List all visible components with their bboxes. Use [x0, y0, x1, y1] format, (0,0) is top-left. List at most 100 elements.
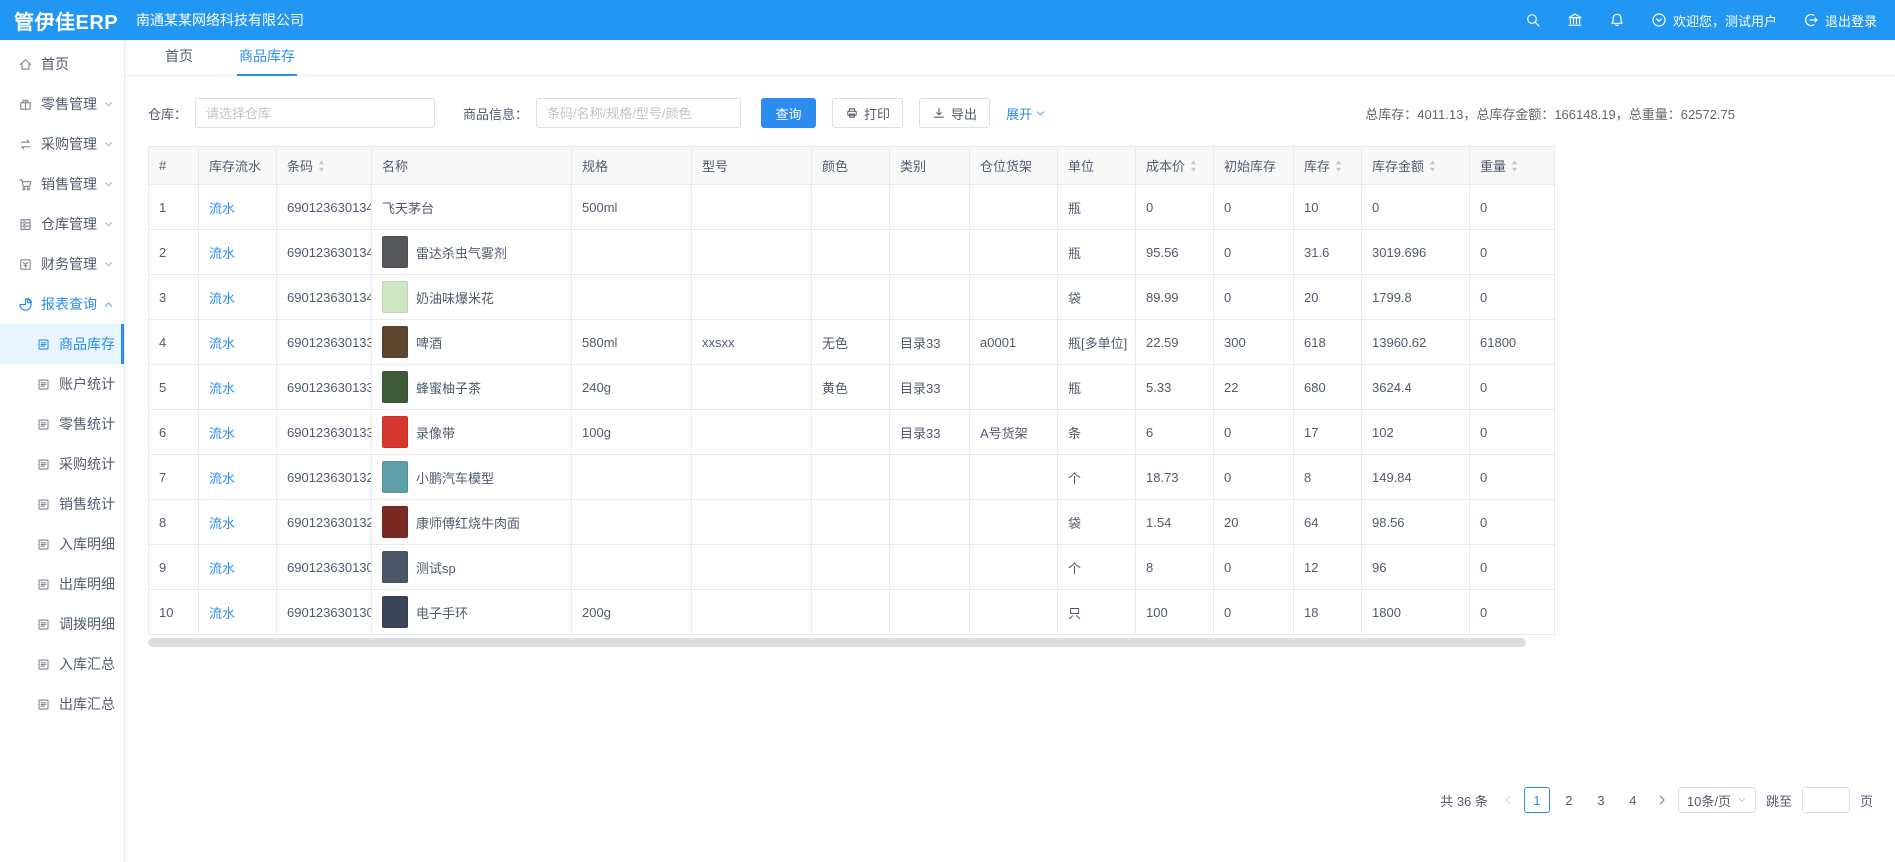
flow-link[interactable]: 流水 [209, 561, 235, 576]
cell-weight: 0 [1470, 500, 1555, 545]
cell-amount: 149.84 [1362, 455, 1470, 500]
logout-button[interactable]: 退出登录 [1803, 11, 1877, 30]
tab-product-stock[interactable]: 商品库存 [237, 38, 297, 75]
bell-icon[interactable] [1609, 12, 1625, 28]
flow-link[interactable]: 流水 [209, 606, 235, 621]
sidebar-item-finance-mgmt[interactable]: 财务管理 [0, 244, 124, 284]
sidebar-item-retail-stats[interactable]: 零售统计 [0, 404, 124, 444]
next-page-button[interactable] [1656, 794, 1668, 806]
page-button-1[interactable]: 1 [1524, 787, 1550, 813]
cell-init_stock: 0 [1214, 275, 1294, 320]
table-row: 8流水6901236301321康师傅红烧牛肉面袋1.54206498.560 [149, 500, 1555, 545]
horizontal-scrollbar[interactable] [148, 638, 1554, 647]
sidebar-item-sales-stats[interactable]: 销售统计 [0, 484, 124, 524]
sort-caret-icon[interactable] [1189, 159, 1198, 173]
pagination: 共 36 条 1234 10条/页 跳至 页 [148, 787, 1875, 813]
sidebar-item-label: 财务管理 [41, 254, 97, 274]
export-button[interactable]: 导出 [919, 98, 990, 128]
page-button-2[interactable]: 2 [1556, 787, 1582, 813]
sort-caret-icon[interactable] [1510, 159, 1519, 173]
product-info-input[interactable] [536, 98, 741, 128]
sidebar-item-label: 出库汇总 [59, 694, 115, 714]
sidebar-item-home[interactable]: 首页 [0, 44, 124, 84]
finance-icon [18, 257, 33, 272]
expand-toggle[interactable]: 展开 [1006, 104, 1046, 123]
cell-value: 瓶 [1068, 201, 1081, 216]
cell-spec: 500ml [572, 185, 692, 230]
chevron-down-icon [103, 259, 114, 270]
prev-page-button[interactable] [1502, 794, 1514, 806]
cell-value: 17 [1304, 425, 1318, 440]
cell-value: 6901236301322 [287, 470, 372, 485]
sidebar-item-label: 零售管理 [41, 94, 97, 114]
cell-value: 瓶[多单位] [1068, 336, 1127, 351]
sidebar-item-inbound-detail[interactable]: 入库明细 [0, 524, 124, 564]
cell-value: 袋 [1068, 516, 1081, 531]
cell-spec: 100g [572, 410, 692, 455]
cell-value: 22 [1224, 380, 1238, 395]
cell-weight: 0 [1470, 365, 1555, 410]
welcome-user[interactable]: 欢迎您，测试用户 [1651, 11, 1777, 30]
sort-caret-icon[interactable] [1428, 159, 1437, 173]
column-label: 库存金额 [1372, 156, 1424, 175]
sidebar-item-account-stats[interactable]: 账户统计 [0, 364, 124, 404]
purchase-icon [18, 137, 33, 152]
cell-amount: 96 [1362, 545, 1470, 590]
sidebar-item-purchase-mgmt[interactable]: 采购管理 [0, 124, 124, 164]
cell-value: 500ml [582, 200, 617, 215]
cell-category [890, 185, 970, 230]
sidebar-item-outbound-detail[interactable]: 出库明细 [0, 564, 124, 604]
stock-totals: 总库存：4011.13，总库存金额：166148.19，总重量：62572.75 [1365, 104, 1735, 123]
bank-icon[interactable] [1567, 12, 1583, 28]
total-count: 共 36 条 [1440, 791, 1488, 810]
scrollbar-thumb[interactable] [148, 638, 1526, 647]
flow-link[interactable]: 流水 [209, 336, 235, 351]
sidebar-item-purchase-stats[interactable]: 采购统计 [0, 444, 124, 484]
cell-unit: 瓶 [1058, 365, 1136, 410]
sidebar-item-label: 销售统计 [59, 494, 115, 514]
sort-caret-icon[interactable] [1334, 159, 1343, 173]
cell-name: 电子手环 [372, 590, 572, 635]
print-button[interactable]: 打印 [832, 98, 903, 128]
warehouse-select-input[interactable] [195, 98, 435, 128]
sidebar-item-retail-mgmt[interactable]: 零售管理 [0, 84, 124, 124]
flow-link[interactable]: 流水 [209, 426, 235, 441]
tab-home[interactable]: 首页 [163, 38, 195, 75]
column-header-weight[interactable]: 重量 [1470, 147, 1555, 185]
page-list: 1234 [1524, 787, 1646, 813]
column-header-amount[interactable]: 库存金额 [1362, 147, 1470, 185]
sidebar-item-transfer-detail[interactable]: 调拨明细 [0, 604, 124, 644]
sidebar-item-outbound-summary[interactable]: 出库汇总 [0, 684, 124, 724]
jump-page-input[interactable] [1802, 787, 1850, 813]
flow-link[interactable]: 流水 [209, 201, 235, 216]
column-header-barcode[interactable]: 条码 [277, 147, 372, 185]
sidebar-item-product-stock[interactable]: 商品库存 [0, 324, 124, 364]
search-button[interactable]: 查询 [761, 98, 816, 128]
flow-link[interactable]: 流水 [209, 381, 235, 396]
flow-link[interactable]: 流水 [209, 471, 235, 486]
column-header-stock[interactable]: 库存 [1294, 147, 1362, 185]
product-info-label: 商品信息： [463, 104, 528, 123]
cell-value: 240g [582, 380, 611, 395]
cell-value: xxsxx [702, 335, 735, 350]
printer-icon [845, 106, 859, 120]
cell-stock: 31.6 [1294, 230, 1362, 275]
page-size-select[interactable]: 10条/页 [1678, 787, 1756, 813]
flow-link[interactable]: 流水 [209, 246, 235, 261]
sidebar-item-inbound-summary[interactable]: 入库汇总 [0, 644, 124, 684]
column-header-cost[interactable]: 成本价 [1136, 147, 1214, 185]
sidebar-item-warehouse-mgmt[interactable]: 仓库管理 [0, 204, 124, 244]
cell-name: 小鹏汽车模型 [372, 455, 572, 500]
sidebar-item-sales-mgmt[interactable]: 销售管理 [0, 164, 124, 204]
sort-caret-icon[interactable] [317, 159, 326, 173]
cell-unit: 瓶 [1058, 230, 1136, 275]
cell-value: 12 [1304, 560, 1318, 575]
sidebar-item-report-query[interactable]: 报表查询 [0, 284, 124, 324]
cell-spec: 240g [572, 365, 692, 410]
cell-shelf: A号货架 [970, 410, 1058, 455]
flow-link[interactable]: 流水 [209, 291, 235, 306]
page-button-3[interactable]: 3 [1588, 787, 1614, 813]
flow-link[interactable]: 流水 [209, 516, 235, 531]
search-icon[interactable] [1525, 12, 1541, 28]
page-button-4[interactable]: 4 [1620, 787, 1646, 813]
